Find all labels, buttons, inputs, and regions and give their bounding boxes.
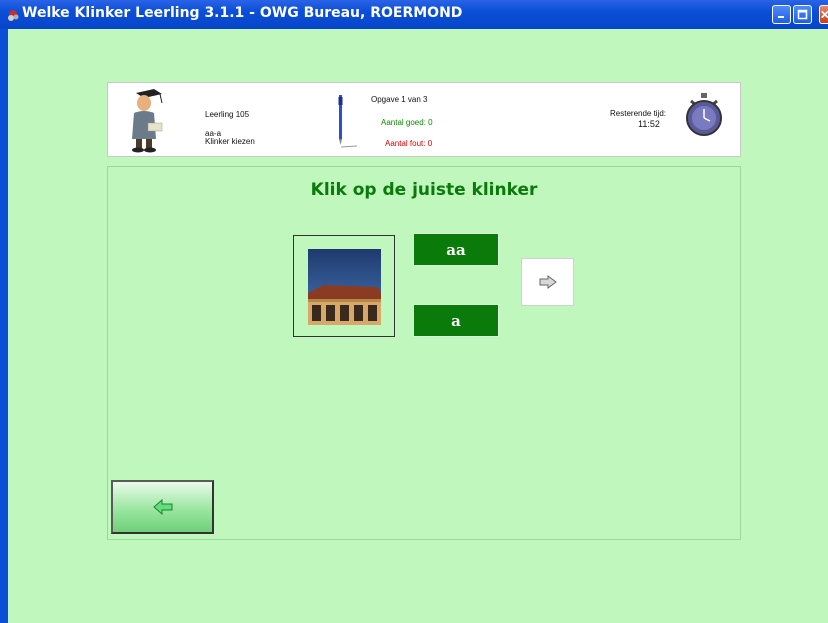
minimize-button[interactable] [772, 5, 791, 24]
arrow-left-icon [152, 499, 172, 515]
instruction-heading: Klik op de juiste klinker [310, 180, 538, 200]
wrong-count: Aantal fout: 0 [385, 139, 433, 148]
task-label: Klinker kiezen [205, 137, 255, 146]
arrow-right-icon [539, 275, 557, 289]
maximize-button[interactable] [793, 5, 812, 24]
pen-icon [338, 95, 358, 148]
choice-button-a[interactable]: a [413, 304, 499, 337]
student-info-panel: Leerling 105 aa-a Klinker kiezen Opgave … [107, 82, 741, 157]
correct-count: Aantal goed: 0 [381, 118, 433, 127]
progress-label: Opgave 1 van 3 [371, 95, 428, 104]
choice-button-aa[interactable]: aa [413, 233, 499, 266]
window-title: Welke Klinker Leerling 3.1.1 - OWG Burea… [22, 5, 463, 21]
exercise-panel: Klik op de juiste klinker aa a [107, 166, 741, 540]
minimize-icon [778, 16, 784, 18]
time-label: Resterende tijd: [610, 109, 667, 118]
time-value: 11:52 [638, 119, 660, 129]
title-bar[interactable]: Welke Klinker Leerling 3.1.1 - OWG Burea… [0, 0, 828, 29]
picture-frame [293, 235, 395, 337]
close-icon [821, 10, 828, 19]
back-button[interactable] [111, 480, 214, 534]
stopwatch-icon [686, 93, 722, 136]
teacher-icon [132, 89, 163, 153]
house-picture [308, 249, 381, 325]
student-name: Leerling 105 [205, 110, 250, 119]
window-border [0, 29, 8, 623]
maximize-icon [797, 9, 808, 20]
close-button[interactable] [819, 5, 828, 24]
app-icon [8, 10, 19, 21]
next-button[interactable] [521, 258, 574, 306]
